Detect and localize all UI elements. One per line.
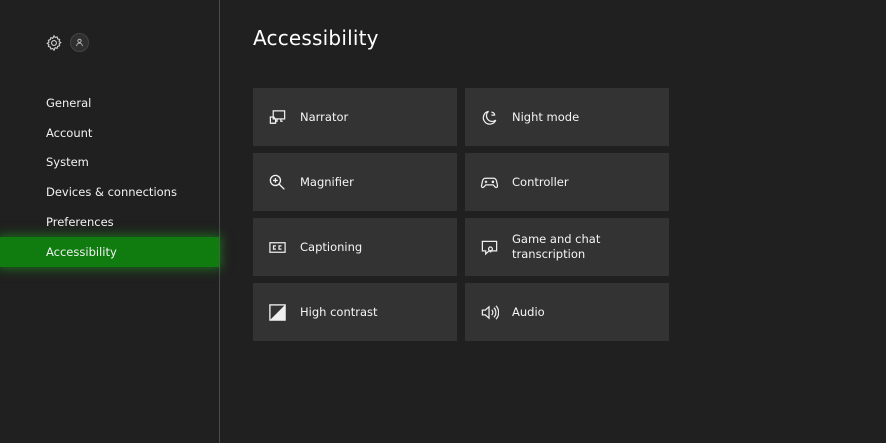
audio-tile[interactable]: Audio — [465, 283, 669, 341]
captioning-icon — [269, 241, 286, 253]
avatar[interactable] — [70, 33, 89, 52]
sidebar: General Account System Devices & connect… — [0, 0, 220, 443]
sidebar-item-label: Account — [46, 125, 93, 140]
magnifier-icon — [269, 174, 285, 190]
gear-icon[interactable] — [45, 34, 63, 52]
game-chat-transcription-tile[interactable]: Game and chat transcription — [465, 218, 669, 276]
sidebar-item-devices-connections[interactable]: Devices & connections — [0, 177, 219, 207]
sidebar-item-general[interactable]: General — [0, 88, 219, 118]
sidebar-item-preferences[interactable]: Preferences — [0, 207, 219, 237]
sidebar-item-account[interactable]: Account — [0, 118, 219, 148]
high-contrast-tile[interactable]: High contrast — [253, 283, 457, 341]
audio-icon — [481, 304, 499, 320]
tile-label: High contrast — [300, 304, 378, 319]
sidebar-item-label: Devices & connections — [46, 185, 177, 200]
accessibility-tiles: Narrator Night mode Magnifier Controller… — [253, 88, 669, 341]
sidebar-item-label: System — [46, 155, 89, 170]
page-title: Accessibility — [253, 26, 379, 50]
high-contrast-icon — [269, 303, 286, 321]
tile-label: Narrator — [300, 109, 349, 124]
sidebar-nav: General Account System Devices & connect… — [0, 88, 219, 267]
captioning-tile[interactable]: Captioning — [253, 218, 457, 276]
sidebar-item-accessibility[interactable]: Accessibility — [0, 236, 219, 267]
sidebar-item-label: General — [46, 95, 92, 110]
person-icon — [76, 38, 83, 47]
sidebar-item-label: Preferences — [46, 215, 114, 230]
magnifier-tile[interactable]: Magnifier — [253, 153, 457, 211]
controller-tile[interactable]: Controller — [465, 153, 669, 211]
controller-icon — [480, 177, 499, 188]
sidebar-header — [45, 33, 89, 52]
tile-label: Controller — [512, 174, 569, 189]
sidebar-item-system[interactable]: System — [0, 148, 219, 178]
night-mode-tile[interactable]: Night mode — [465, 88, 669, 146]
transcription-icon — [481, 240, 498, 255]
tile-label: Audio — [512, 304, 545, 319]
tile-label: Captioning — [300, 239, 363, 254]
tile-label: Magnifier — [300, 174, 354, 189]
settings-app: General Account System Devices & connect… — [0, 0, 886, 443]
narrator-icon — [269, 109, 286, 124]
tile-label: Game and chat transcription — [512, 232, 601, 261]
tile-label: Night mode — [512, 109, 580, 124]
night-mode-icon — [482, 110, 497, 125]
narrator-tile[interactable]: Narrator — [253, 88, 457, 146]
sidebar-item-label: Accessibility — [46, 244, 117, 259]
